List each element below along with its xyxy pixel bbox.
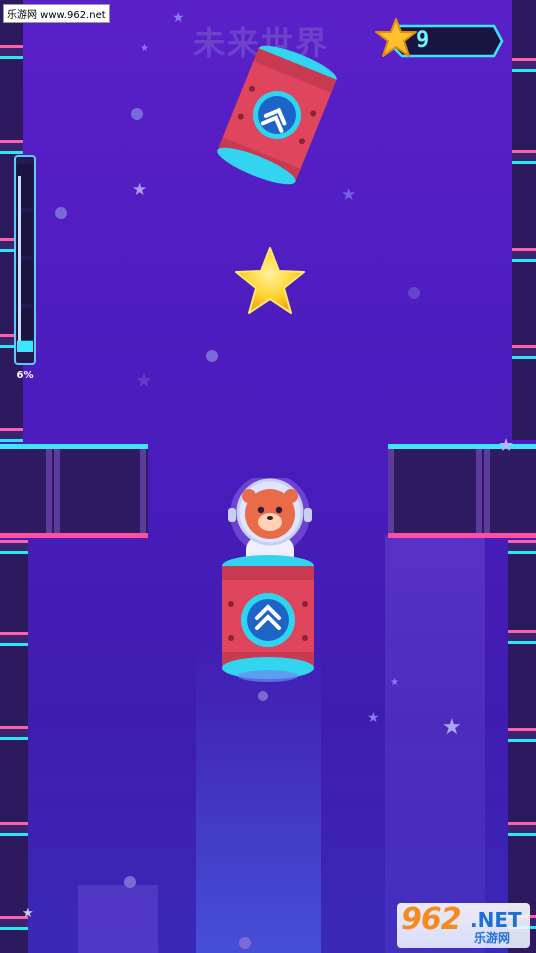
right-wall-brick (508, 540, 536, 554)
right-wall-brick (512, 345, 536, 359)
left-ledge (0, 444, 148, 538)
left-wall-brick (0, 45, 23, 59)
sparkle-icon: ★ (367, 710, 380, 726)
light-beam-center (196, 640, 321, 953)
right-wall-brick (508, 728, 536, 742)
game-stage[interactable]: ★ ★ ★ ★ ★ ★ ★ ★ ★ ★ 未来世界 9 6% 乐游网 www.96… (0, 0, 536, 953)
sparkle-icon: ★ (140, 43, 149, 54)
bubble (206, 350, 218, 362)
launch-barrel-top[interactable] (212, 40, 342, 190)
right-wall-brick (508, 822, 536, 836)
progress-fill (17, 340, 33, 352)
sparkle-icon: ★ (498, 435, 515, 456)
launch-barrel-bottom[interactable] (212, 552, 324, 684)
star-icon (375, 18, 417, 57)
light-beam-left (78, 885, 158, 953)
height-progress-meter (14, 155, 36, 365)
bubble (258, 691, 268, 701)
logo-number: 962 (401, 902, 462, 937)
bubble (131, 108, 143, 120)
sparkle-icon: ★ (390, 677, 399, 688)
left-wall-brick (0, 540, 28, 554)
bubble (55, 207, 67, 219)
right-wall-brick (512, 58, 536, 72)
right-wall-brick (512, 248, 536, 262)
gold-star-icon[interactable] (234, 245, 306, 317)
bubble (408, 287, 420, 299)
light-beam-right (385, 535, 485, 953)
left-wall-brick (0, 726, 28, 740)
score-value: 9 (416, 28, 430, 53)
sparkle-icon: ★ (135, 368, 153, 392)
bubble (124, 876, 136, 888)
right-wall-lower (508, 540, 536, 953)
watermark-label: 乐游网 www.962.net (3, 4, 110, 23)
sparkle-icon: ★ (132, 180, 148, 200)
bubble (239, 937, 251, 949)
left-wall-lower (0, 540, 28, 953)
left-wall-brick (0, 428, 23, 442)
sparkle-icon: ★ (442, 715, 462, 740)
left-wall-brick (0, 632, 28, 646)
left-wall-brick (0, 822, 28, 836)
right-ledge (388, 444, 536, 538)
sparkle-icon: ★ (22, 906, 34, 921)
right-wall-brick (508, 630, 536, 644)
sparkle-icon: ★ (172, 10, 185, 26)
sparkle-icon: ★ (341, 185, 357, 205)
left-wall-brick (0, 140, 23, 154)
progress-percent: 6% (16, 370, 34, 381)
right-wall-brick (512, 150, 536, 164)
logo-name: 乐游网 (474, 931, 511, 945)
